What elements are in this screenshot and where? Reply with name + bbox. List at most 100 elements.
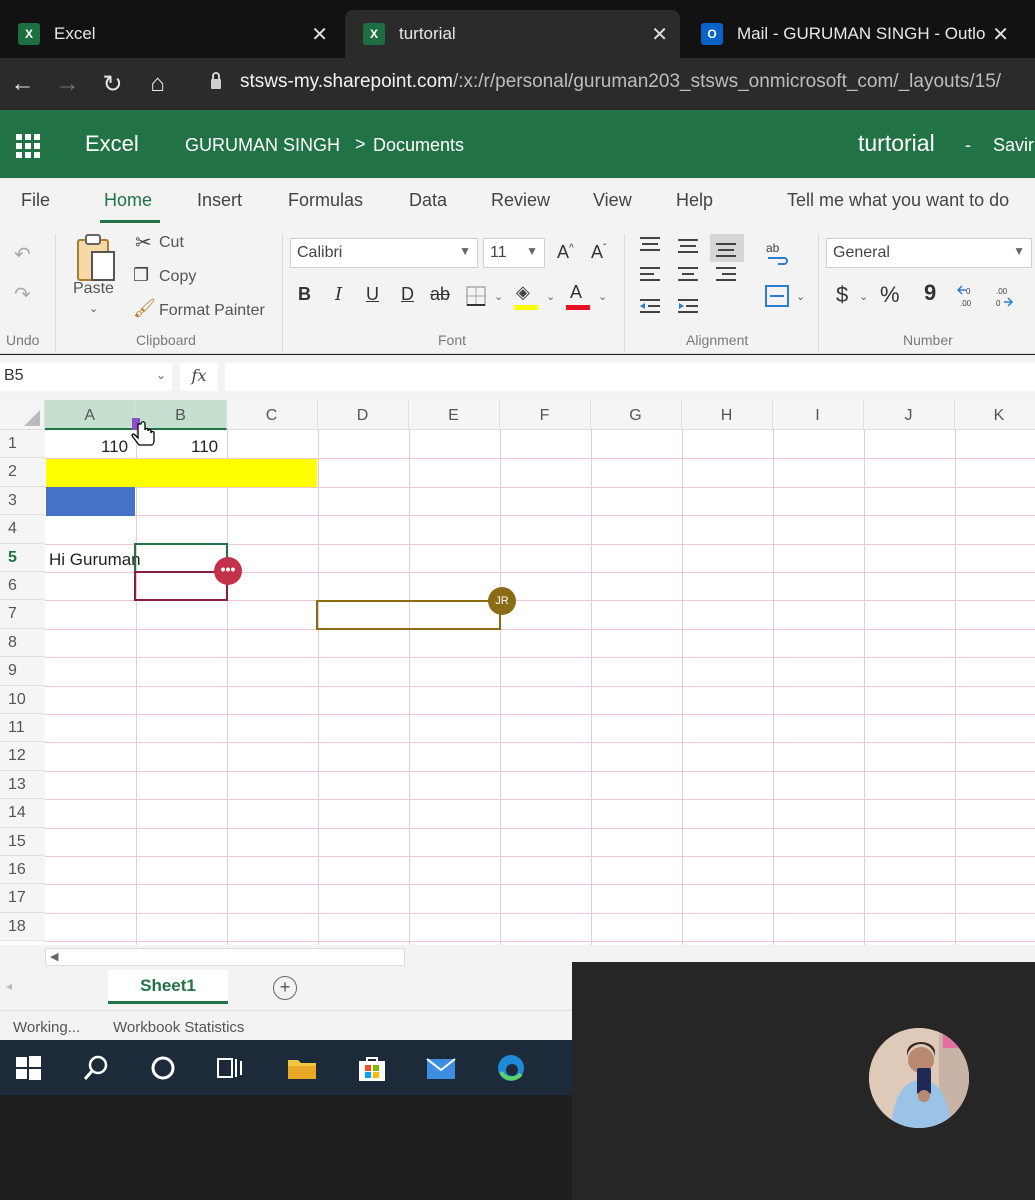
select-all-corner[interactable] [0, 400, 45, 430]
collaborator-badge[interactable]: JR [488, 587, 516, 615]
row-header-1[interactable]: 1 [0, 430, 45, 459]
tab-data[interactable]: Data [409, 190, 447, 211]
row-header-17[interactable]: 17 [0, 884, 45, 913]
scroll-left-icon[interactable]: ◀ [50, 950, 58, 963]
cut-label[interactable]: Cut [159, 234, 184, 252]
chevron-down-icon[interactable]: ⌄ [494, 290, 503, 303]
formula-input[interactable] [225, 363, 1035, 391]
windows-start-icon[interactable] [12, 1052, 44, 1084]
task-view-icon[interactable] [214, 1052, 246, 1084]
tab-file[interactable]: File [21, 190, 50, 211]
row-header-6[interactable]: 6 [0, 572, 45, 601]
horizontal-scrollbar[interactable]: ◀ [45, 948, 405, 966]
italic-button[interactable]: I [335, 284, 342, 305]
tab-review[interactable]: Review [491, 190, 550, 211]
row-header-5[interactable]: 5 [0, 543, 45, 572]
percent-button[interactable]: % [880, 282, 900, 308]
chevron-down-icon[interactable]: ⌄ [156, 368, 166, 382]
browser-tab-mail[interactable]: O Mail - GURUMAN SINGH - Outlo ✕ [683, 10, 1023, 58]
column-header-i[interactable]: I [772, 400, 864, 430]
row-header-18[interactable]: 18 [0, 912, 45, 942]
insert-function-button[interactable]: fx [180, 363, 218, 391]
app-name[interactable]: Excel [85, 131, 139, 157]
edge-browser-icon[interactable] [495, 1052, 527, 1084]
row-header-4[interactable]: 4 [0, 515, 45, 544]
browser-tab-turtorial[interactable]: X turtorial ✕ [345, 10, 680, 58]
breadcrumb-folder[interactable]: Documents [373, 135, 464, 156]
row-header-3[interactable]: 3 [0, 486, 45, 516]
sheet-tab-sheet1[interactable]: Sheet1 [108, 970, 228, 1004]
decrease-decimal-icon[interactable]: .00 0 [994, 284, 1020, 308]
close-icon[interactable]: ✕ [651, 22, 668, 47]
copy-icon[interactable]: ❐ [133, 265, 149, 286]
cell-b1[interactable]: 110 [191, 437, 218, 457]
format-painter-label[interactable]: Format Painter [159, 302, 265, 320]
tab-home[interactable]: Home [104, 190, 152, 211]
chevron-down-icon[interactable]: ⌄ [546, 290, 555, 303]
breadcrumb-owner[interactable]: GURUMAN SINGH [185, 135, 340, 156]
microsoft-store-icon[interactable] [356, 1052, 388, 1084]
font-size-dropdown[interactable]: 11 ▼ [483, 238, 545, 268]
comma-style-button[interactable]: 9 [924, 280, 936, 306]
shrink-font-icon[interactable]: Aˇ [591, 242, 606, 263]
sheet-nav-prev-icon[interactable]: ◂ [6, 979, 12, 993]
comment-more-icon[interactable]: ••• [214, 557, 242, 585]
tab-view[interactable]: View [593, 190, 632, 211]
row-header-10[interactable]: 10 [0, 685, 45, 714]
increase-decimal-icon[interactable]: 0 .00 [956, 284, 982, 308]
double-underline-button[interactable]: D [401, 284, 414, 305]
spreadsheet-grid[interactable]: ABCDEFGHIJK 1 2 3 4 5 6 7 8 9 10 11 12 13 14 15 16 17 18 … [0, 400, 1035, 945]
column-header-a[interactable]: A [45, 400, 136, 430]
row-header-2[interactable]: 2 [0, 458, 45, 487]
bold-button[interactable]: B [298, 284, 311, 305]
merge-center-icon[interactable] [764, 284, 790, 308]
column-header-e[interactable]: E [408, 400, 500, 430]
name-box[interactable]: B5 ⌄ [0, 363, 172, 391]
cortana-icon[interactable] [147, 1052, 179, 1084]
back-arrow-icon[interactable]: ← [0, 70, 45, 98]
undo-icon[interactable]: ↶ [14, 242, 31, 267]
row-header-9[interactable]: 9 [0, 657, 45, 686]
row-header-15[interactable]: 15 [0, 827, 45, 856]
app-launcher-icon[interactable] [16, 134, 40, 158]
row-header-16[interactable]: 16 [0, 856, 45, 885]
redo-icon[interactable]: ↷ [14, 282, 31, 307]
home-icon[interactable]: ⌂ [135, 70, 180, 98]
tab-formulas[interactable]: Formulas [288, 190, 363, 211]
workbook-statistics-button[interactable]: Workbook Statistics [113, 1019, 244, 1036]
strikethrough-button[interactable]: ab [430, 284, 450, 305]
reload-icon[interactable]: ↻ [90, 70, 135, 99]
font-color-button[interactable]: A [570, 282, 582, 303]
chevron-down-icon[interactable]: ⌄ [796, 290, 805, 303]
currency-button[interactable]: $ [836, 282, 848, 308]
alignment-buttons[interactable] [636, 232, 746, 324]
file-title[interactable]: turtorial [858, 130, 935, 157]
scissors-icon[interactable]: ✂ [135, 230, 152, 255]
copy-label[interactable]: Copy [159, 268, 196, 286]
column-header-f[interactable]: F [499, 400, 591, 430]
close-icon[interactable]: ✕ [992, 22, 1009, 47]
column-header-h[interactable]: H [681, 400, 773, 430]
cell-a1[interactable]: 110 [101, 437, 128, 457]
mail-icon[interactable] [425, 1052, 457, 1084]
font-name-dropdown[interactable]: Calibri ▼ [290, 238, 478, 268]
number-format-dropdown[interactable]: General ▼ [826, 238, 1032, 268]
column-header-g[interactable]: G [590, 400, 682, 430]
cell-a5[interactable]: Hi Guruman [49, 550, 141, 570]
column-header-k[interactable]: K [954, 400, 1035, 430]
row-header-12[interactable]: 12 [0, 742, 45, 771]
column-header-j[interactable]: J [863, 400, 955, 430]
paste-icon[interactable] [74, 232, 118, 284]
row-header-11[interactable]: 11 [0, 714, 45, 743]
grow-font-icon[interactable]: A^ [557, 242, 574, 263]
underline-button[interactable]: U [366, 284, 379, 305]
chevron-down-icon[interactable]: ⌄ [598, 290, 607, 303]
browser-tab-excel[interactable]: X Excel ✕ [0, 10, 340, 58]
row-header-8[interactable]: 8 [0, 628, 45, 658]
tab-help[interactable]: Help [676, 190, 713, 211]
row-header-13[interactable]: 13 [0, 770, 45, 800]
tell-me-search[interactable]: Tell me what you want to do [787, 190, 1009, 211]
paste-label[interactable]: Paste [73, 280, 114, 298]
participant-avatar[interactable] [869, 1028, 969, 1128]
column-header-d[interactable]: D [317, 400, 409, 430]
